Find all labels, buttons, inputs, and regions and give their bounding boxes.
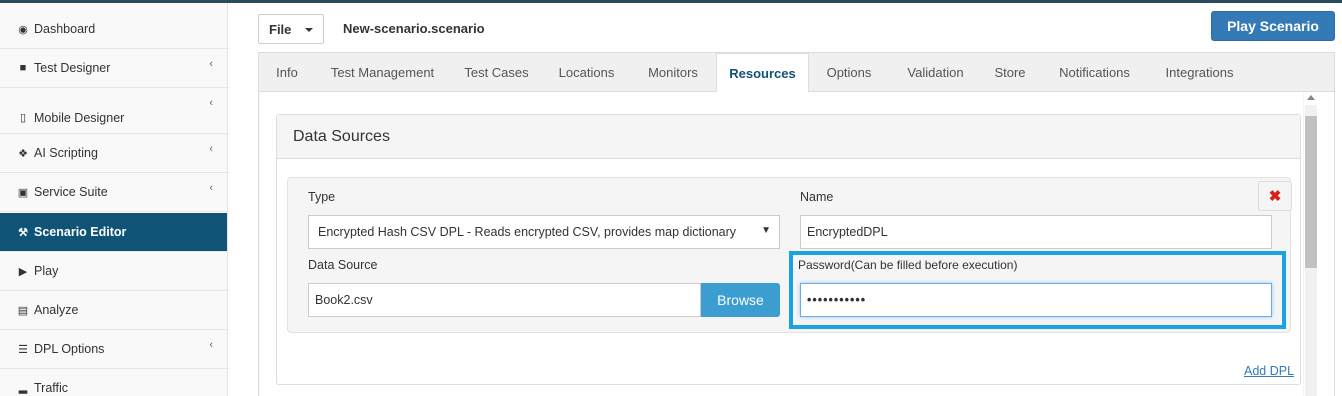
sidebar-item-label: Dashboard <box>34 22 96 36</box>
scroll-up-arrow-icon[interactable] <box>1307 95 1315 100</box>
sidebar-item-dashboard[interactable]: ◉ Dashboard <box>0 10 227 49</box>
dpl-name-input[interactable]: EncryptedDPL <box>800 215 1272 249</box>
tab-info[interactable]: Info <box>259 53 315 92</box>
tab-store[interactable]: Store <box>982 53 1038 92</box>
sidebar-item-label: Analyze <box>34 303 79 317</box>
sidebar-item-dpl-options[interactable]: ☰ DPL Options ‹ <box>0 330 227 369</box>
sidebar-item-label: Scenario Editor <box>34 225 127 239</box>
sidebar-item-test-designer[interactable]: ■ Test Designer ‹ <box>0 49 227 88</box>
bar-chart-icon: ▤ <box>17 304 29 317</box>
resources-tab-content: Data Sources Type Encrypted Hash CSV DPL… <box>260 92 1303 396</box>
chevron-left-icon: ‹ <box>209 58 213 70</box>
tab-validation[interactable]: Validation <box>889 53 982 92</box>
sidebar-item-label: AI Scripting <box>34 146 98 160</box>
sidebar: ◉ Dashboard ■ Test Designer ‹ ▯ Mobile D… <box>0 3 228 396</box>
cubes-icon: ❖ <box>18 147 28 160</box>
add-dpl-link[interactable]: Add DPL <box>1244 364 1294 378</box>
chevron-left-icon: ‹ <box>209 182 213 194</box>
file-menu-label: File <box>269 21 292 37</box>
tab-resources[interactable]: Resources <box>716 53 809 93</box>
sidebar-item-label: Test Designer <box>34 61 111 75</box>
data-source-input[interactable]: Book2.csv <box>308 283 701 317</box>
signal-icon: ▂ <box>18 382 28 394</box>
sidebar-item-play[interactable]: ▶ Play <box>0 252 227 291</box>
sidebar-item-traffic[interactable]: ▂ Traffic <box>0 369 227 396</box>
tab-test-cases[interactable]: Test Cases <box>450 53 543 92</box>
play-scenario-button[interactable]: Play Scenario <box>1211 11 1335 41</box>
browse-button[interactable]: Browse <box>701 283 780 317</box>
tab-notifications[interactable]: Notifications <box>1038 53 1151 92</box>
caret-down-icon <box>305 28 313 32</box>
dashboard-icon: ◉ <box>18 23 28 36</box>
tab-integrations[interactable]: Integrations <box>1151 53 1248 92</box>
tab-locations[interactable]: Locations <box>543 53 630 92</box>
list-icon: ☰ <box>18 343 28 356</box>
tab-bar: Info Test Management Test Cases Location… <box>259 53 1334 93</box>
data-source-label: Data Source <box>308 258 378 272</box>
file-menu-button[interactable]: File <box>258 14 324 44</box>
content-scrollbar[interactable] <box>1304 92 1334 396</box>
password-input[interactable]: ••••••••••• <box>800 283 1272 317</box>
play-icon: ▶ <box>18 265 28 278</box>
sidebar-item-service-suite[interactable]: ▣ Service Suite ‹ <box>0 173 227 212</box>
sidebar-item-scenario-editor[interactable]: ⚒ Scenario Editor <box>0 213 227 252</box>
wrench-icon: ⚒ <box>18 226 28 239</box>
video-camera-icon: ■ <box>19 62 27 74</box>
chevron-left-icon: ‹ <box>209 97 213 109</box>
sidebar-item-mobile-designer[interactable]: ▯ Mobile Designer ‹ <box>0 88 227 134</box>
scenario-tabs-container: Info Test Management Test Cases Location… <box>258 52 1335 396</box>
chevron-left-icon: ‹ <box>209 339 213 351</box>
sidebar-item-ai-scripting[interactable]: ❖ AI Scripting ‹ <box>0 134 227 173</box>
dpl-type-select[interactable]: Encrypted Hash CSV DPL - Reads encrypted… <box>308 215 780 249</box>
data-sources-title: Data Sources <box>277 115 1300 159</box>
chevron-left-icon: ‹ <box>209 143 213 155</box>
briefcase-icon: ▣ <box>17 186 29 199</box>
tab-options[interactable]: Options <box>809 53 889 92</box>
dpl-type-value: Encrypted Hash CSV DPL - Reads encrypted… <box>318 225 737 239</box>
sidebar-item-label: Traffic <box>34 380 69 395</box>
sidebar-item-label: Service Suite <box>34 185 108 199</box>
dpl-entry: Type Encrypted Hash CSV DPL - Reads encr… <box>287 177 1292 333</box>
sidebar-item-label: DPL Options <box>34 342 105 356</box>
data-sources-panel: Data Sources Type Encrypted Hash CSV DPL… <box>276 114 1301 385</box>
tab-test-management[interactable]: Test Management <box>315 53 450 92</box>
type-label: Type <box>308 190 336 204</box>
scrollbar-thumb[interactable] <box>1305 116 1317 268</box>
name-label: Name <box>800 190 834 204</box>
scenario-name: New-scenario.scenario <box>343 21 485 36</box>
select-arrow-icon: ▼ <box>761 225 771 236</box>
password-label: Password(Can be filled before execution) <box>798 258 1018 272</box>
sidebar-item-label: Play <box>34 264 59 278</box>
tab-monitors[interactable]: Monitors <box>630 53 716 92</box>
sidebar-item-label: Mobile Designer <box>34 110 125 125</box>
mobile-icon: ▯ <box>19 112 27 124</box>
sidebar-item-analyze[interactable]: ▤ Analyze <box>0 291 227 330</box>
remove-dpl-button[interactable]: ✖ <box>1258 181 1292 211</box>
